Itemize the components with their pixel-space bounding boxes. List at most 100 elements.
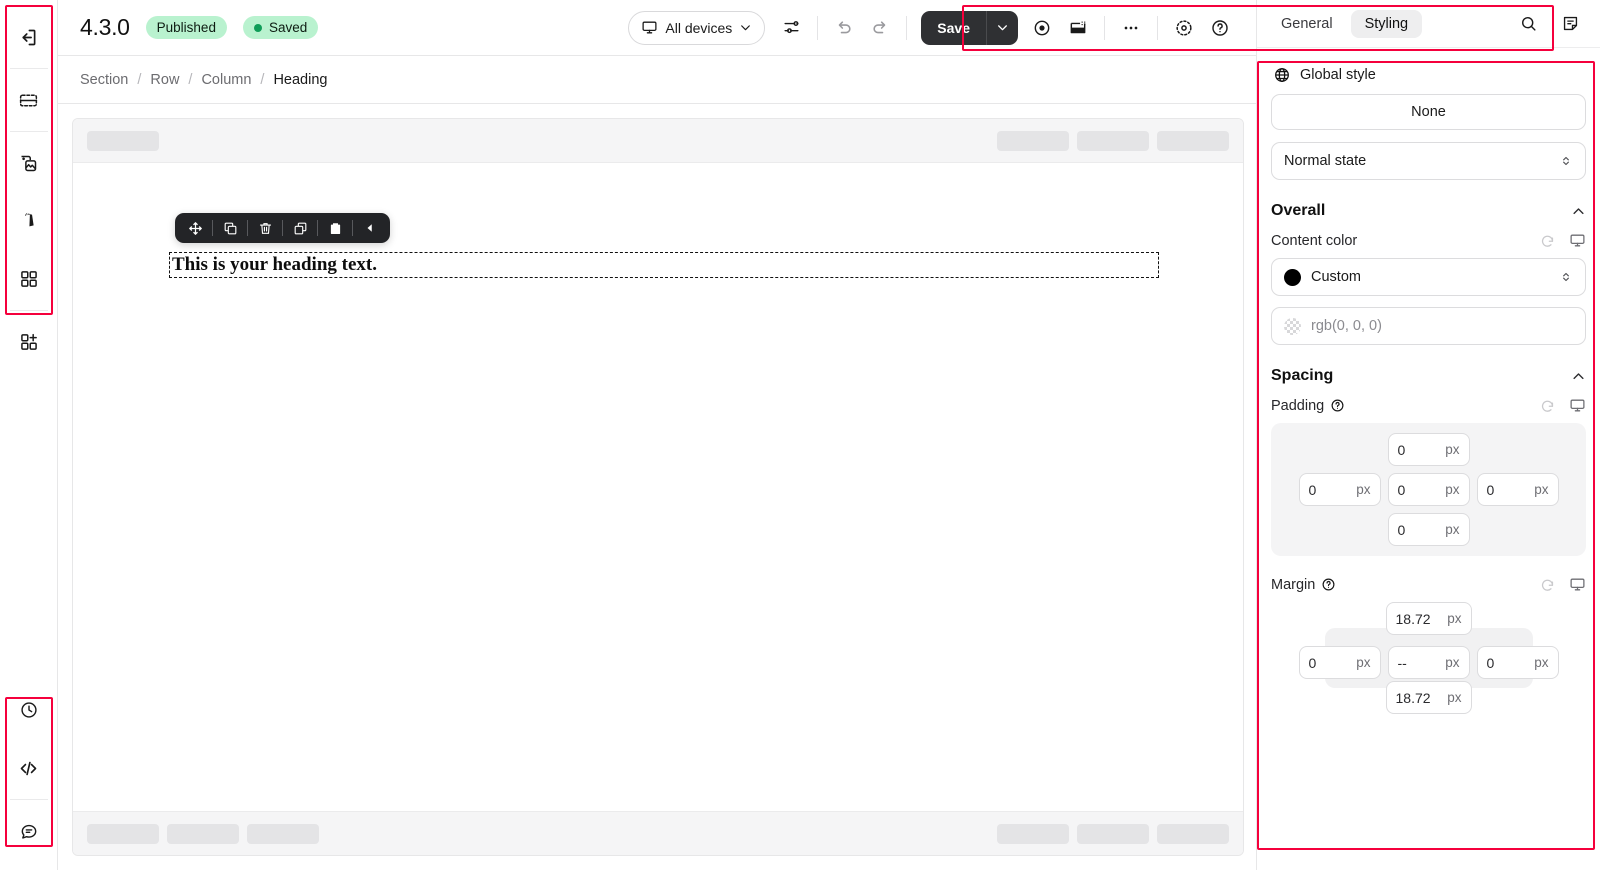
chevron-up-icon[interactable] — [1571, 204, 1586, 219]
padding-bottom-value: 0 — [1397, 521, 1406, 538]
breadcrumb-item-heading[interactable]: Heading — [273, 72, 327, 88]
panel-content: Global style None Normal state Overall C… — [1257, 48, 1600, 870]
padding-center-input[interactable]: 0 px — [1387, 473, 1470, 506]
reset-icon[interactable] — [1539, 232, 1556, 249]
canvas-footer-placeholder — [73, 811, 1243, 855]
padding-bottom-input[interactable]: 0 px — [1387, 513, 1470, 546]
code-icon[interactable] — [9, 748, 49, 788]
status-badge-saved-label: Saved — [268, 20, 308, 35]
padding-right-unit: px — [1534, 482, 1549, 497]
history-icon[interactable] — [9, 690, 49, 730]
global-style-row: Global style — [1271, 58, 1586, 94]
shopify-icon[interactable] — [9, 201, 49, 241]
copy-icon[interactable] — [286, 214, 314, 242]
elements-icon[interactable] — [9, 259, 49, 299]
rail-divider — [9, 799, 48, 800]
content-color-input[interactable]: rgb(0, 0, 0) — [1271, 307, 1586, 345]
placeholder-group-left — [87, 823, 319, 844]
margin-bottom-input[interactable]: 18.72 px — [1385, 681, 1472, 714]
eye-icon[interactable] — [1024, 11, 1060, 45]
duplicate-icon[interactable] — [216, 214, 244, 242]
section-header-spacing[interactable]: Spacing — [1271, 367, 1586, 385]
margin-center-input[interactable]: -- px — [1387, 646, 1470, 679]
chevron-updown-icon — [1559, 270, 1573, 284]
margin-right-value: 0 — [1486, 654, 1495, 671]
rail-divider — [9, 68, 48, 69]
reset-icon[interactable] — [1539, 576, 1556, 593]
media-icon[interactable] — [9, 143, 49, 183]
element-toolbar-divider — [317, 220, 318, 236]
left-rail-top-group — [9, 0, 49, 371]
breadcrumb: Section / Row / Column / Heading — [58, 56, 1256, 104]
redo-icon[interactable] — [862, 11, 898, 45]
section-header-overall[interactable]: Overall — [1271, 202, 1586, 220]
rail-divider — [9, 310, 48, 311]
comment-icon[interactable] — [9, 811, 49, 851]
move-icon[interactable] — [181, 214, 209, 242]
margin-right-input[interactable]: 0 px — [1476, 646, 1559, 679]
notes-icon[interactable] — [1552, 7, 1588, 41]
field-label-margin: Margin — [1271, 576, 1316, 593]
paste-icon[interactable] — [321, 214, 349, 242]
device-selector[interactable]: All devices — [628, 10, 766, 45]
header-divider — [817, 15, 819, 40]
header-divider — [1104, 15, 1105, 40]
global-style-value-button[interactable]: None — [1271, 94, 1586, 130]
sections-icon[interactable] — [9, 80, 49, 120]
tab-styling[interactable]: Styling — [1350, 9, 1423, 38]
page-layout-icon[interactable] — [1060, 11, 1096, 45]
padding-left-input[interactable]: 0 px — [1298, 473, 1381, 506]
section-title-spacing: Spacing — [1271, 367, 1334, 384]
breadcrumb-separator: / — [188, 71, 193, 88]
header-actions: All devices Save — [628, 10, 1242, 45]
selected-heading-element[interactable]: This is your heading text. — [169, 252, 1159, 278]
section-title-overall: Overall — [1271, 202, 1326, 219]
field-label-content-color: Content color — [1271, 232, 1358, 249]
monitor-icon[interactable] — [1569, 576, 1586, 593]
monitor-icon[interactable] — [1569, 232, 1586, 249]
margin-inner-shade: 0 px -- px 0 px — [1298, 628, 1559, 688]
sliders-icon[interactable] — [773, 11, 809, 45]
chevron-up-icon[interactable] — [1571, 369, 1586, 384]
monitor-icon — [641, 19, 658, 36]
element-toolbar — [175, 213, 390, 243]
app-root: 4.3.0 Published Saved All devices Save S… — [0, 0, 1600, 870]
search-icon[interactable] — [1510, 7, 1546, 41]
add-element-icon[interactable] — [9, 322, 49, 362]
exit-icon[interactable] — [9, 17, 49, 57]
breadcrumb-separator: / — [260, 71, 265, 88]
delete-icon[interactable] — [251, 214, 279, 242]
more-horizontal-icon[interactable] — [1113, 11, 1149, 45]
dotted-gear-icon[interactable] — [1166, 11, 1202, 45]
state-select-value: Normal state — [1284, 153, 1367, 169]
heading-text[interactable]: This is your heading text. — [172, 254, 1156, 276]
collapse-left-icon[interactable] — [356, 214, 384, 242]
padding-top-input[interactable]: 0 px — [1387, 433, 1470, 466]
monitor-icon[interactable] — [1569, 397, 1586, 414]
status-badge-published: Published — [145, 16, 227, 39]
breadcrumb-item-section[interactable]: Section — [80, 72, 128, 88]
reset-icon[interactable] — [1539, 397, 1556, 414]
margin-top-input[interactable]: 18.72 px — [1385, 602, 1472, 635]
breadcrumb-separator: / — [137, 71, 142, 88]
breadcrumb-item-row[interactable]: Row — [150, 72, 179, 88]
breadcrumb-item-column[interactable]: Column — [201, 72, 251, 88]
left-rail — [0, 0, 58, 870]
global-style-value: None — [1411, 104, 1446, 120]
padding-right-input[interactable]: 0 px — [1476, 473, 1559, 506]
rail-divider — [9, 131, 48, 132]
state-select[interactable]: Normal state — [1271, 142, 1586, 180]
question-circle-icon[interactable] — [1202, 11, 1238, 45]
page-canvas[interactable]: This is your heading text. — [72, 118, 1244, 856]
help-circle-icon[interactable] — [1321, 577, 1336, 592]
save-dropdown-button[interactable] — [986, 10, 1018, 45]
content-color-select[interactable]: Custom — [1271, 258, 1586, 296]
help-circle-icon[interactable] — [1330, 398, 1345, 413]
margin-left-input[interactable]: 0 px — [1298, 646, 1381, 679]
undo-icon[interactable] — [826, 11, 862, 45]
global-style-label: Global style — [1300, 67, 1376, 83]
field-actions — [1539, 232, 1586, 249]
tab-general[interactable]: General — [1267, 10, 1347, 38]
canvas-body[interactable]: This is your heading text. — [73, 163, 1243, 811]
save-button[interactable]: Save — [921, 11, 986, 45]
